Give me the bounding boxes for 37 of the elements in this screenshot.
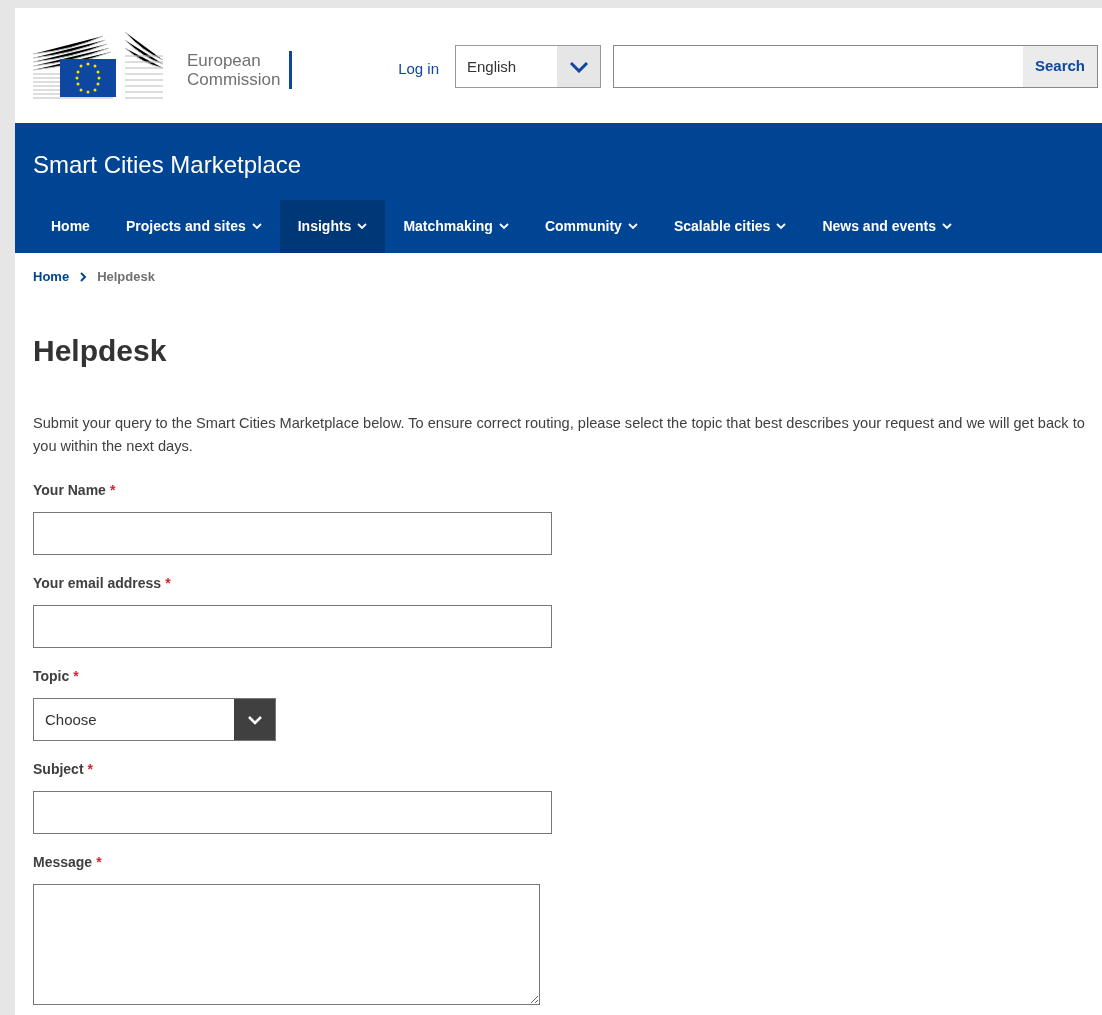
breadcrumb-current: Helpdesk bbox=[97, 268, 155, 287]
logo-text: Commission bbox=[187, 69, 281, 89]
field-label: Your email address bbox=[33, 574, 162, 593]
chevron-down-icon bbox=[568, 60, 589, 73]
nav-item[interactable]: News and events bbox=[804, 200, 970, 253]
field-label: Message bbox=[33, 853, 93, 872]
breadcrumb-link[interactable]: Home bbox=[33, 267, 70, 287]
nav-item[interactable]: Home bbox=[33, 200, 108, 253]
field-label: Topic bbox=[33, 667, 70, 686]
search-field[interactable]: Search bbox=[613, 45, 1098, 88]
logo-divider bbox=[288, 50, 292, 89]
input-field[interactable] bbox=[33, 605, 552, 648]
nav-item[interactable]: Matchmaking bbox=[385, 200, 527, 253]
field-label: Your Name bbox=[33, 481, 106, 500]
login-link[interactable]: Log in bbox=[398, 58, 439, 81]
search-button[interactable]: Search bbox=[1022, 46, 1097, 87]
input-field[interactable] bbox=[33, 791, 552, 834]
nav-item[interactable]: Insights bbox=[279, 200, 386, 253]
message-field[interactable] bbox=[33, 884, 540, 1005]
chevron-down-icon bbox=[246, 714, 263, 725]
site-title: Smart Cities Marketplace bbox=[32, 150, 303, 180]
intro-text: Submit your query to the Smart Cities Marketplace below. To ensure correct routing, please select the topic that best describes your request and we will get back to you within the next days. bbox=[32, 414, 1086, 456]
required-mark: * bbox=[73, 667, 79, 686]
nav-item[interactable]: Community bbox=[526, 200, 656, 253]
logo-text: European bbox=[187, 50, 262, 70]
topic-select[interactable]: Choose bbox=[33, 698, 276, 741]
required-mark: * bbox=[165, 574, 171, 593]
nav-item[interactable]: Projects and sites bbox=[107, 200, 280, 253]
input-field[interactable] bbox=[33, 512, 552, 555]
page-heading: Helpdesk bbox=[32, 333, 168, 369]
language-select[interactable]: English bbox=[455, 45, 601, 88]
required-mark: * bbox=[109, 481, 116, 500]
chevron-right-icon bbox=[79, 272, 88, 282]
required-mark: * bbox=[87, 760, 94, 779]
nav-item[interactable]: Scalable cities bbox=[655, 200, 805, 253]
field-label: Subject bbox=[33, 760, 84, 779]
required-mark: * bbox=[96, 853, 102, 872]
